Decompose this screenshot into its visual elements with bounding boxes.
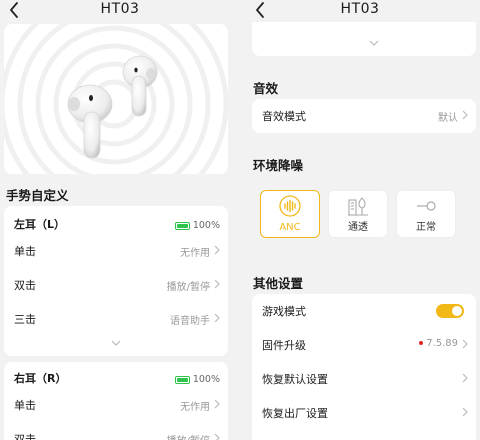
transparency-mode-button[interactable]: 通透 — [328, 190, 388, 238]
chevron-right-icon — [214, 399, 220, 409]
gesture-settings-screen: HT03 手势自定义 左耳（L） 100% 单击 无作用 双击 播放/暂停 三击… — [0, 0, 240, 440]
chevron-right-icon — [462, 373, 468, 383]
battery-icon — [174, 375, 190, 384]
page-title: HT03 — [100, 1, 140, 17]
anc-icon — [279, 195, 301, 217]
chevron-down-icon[interactable] — [369, 40, 379, 46]
anc-mode-button[interactable]: ANC — [260, 190, 320, 238]
earbuds-hero-image — [4, 24, 228, 174]
restore-default-row[interactable]: 恢复默认设置 — [252, 362, 476, 396]
right-ear-title: 右耳（R） — [14, 372, 67, 385]
transparency-mode-label: 通透 — [348, 222, 368, 233]
normal-icon — [417, 201, 436, 211]
left-ear-card: 左耳（L） 100% 单击 无作用 双击 播放/暂停 三击 语音助手 — [4, 206, 228, 356]
gesture-section-title: 手势自定义 — [6, 188, 69, 203]
noise-section-title: 环境降噪 — [253, 158, 304, 173]
device-settings-screen: HT03 音效 音效模式 默认 环境降噪 ANC 通透 正常 其他设置 游戏模式… — [240, 0, 480, 440]
chevron-right-icon — [214, 433, 220, 440]
page-title: HT03 — [340, 1, 380, 17]
normal-mode-button[interactable]: 正常 — [396, 190, 456, 238]
chevron-right-icon — [214, 313, 220, 323]
sound-card: 音效模式 默认 — [252, 99, 476, 133]
left-triple-tap-row[interactable]: 三击 语音助手 — [4, 302, 228, 336]
left-ear-title: 左耳（L） — [14, 218, 66, 231]
transparency-icon — [348, 197, 368, 216]
earbuds-illustration — [4, 24, 228, 174]
factory-reset-row[interactable]: 恢复出厂设置 — [252, 396, 476, 430]
left-single-tap-row[interactable]: 单击 无作用 — [4, 234, 228, 268]
game-mode-toggle[interactable] — [436, 304, 464, 318]
left-double-tap-row[interactable]: 双击 播放/暂停 — [4, 268, 228, 302]
other-settings-card: 游戏模式 固件升级 7.5.89 恢复默认设置 恢复出厂设置 — [252, 294, 476, 440]
firmware-upgrade-row[interactable]: 固件升级 7.5.89 — [252, 328, 476, 362]
chevron-right-icon — [462, 407, 468, 417]
chevron-right-icon — [214, 279, 220, 289]
sound-section-title: 音效 — [253, 81, 279, 96]
chevron-right-icon — [462, 339, 468, 349]
other-section-title: 其他设置 — [253, 276, 304, 291]
battery-icon — [174, 221, 190, 230]
normal-mode-label: 正常 — [416, 222, 436, 233]
top-bar: HT03 — [240, 0, 480, 22]
top-bar: HT03 — [0, 0, 240, 22]
right-double-tap-row[interactable]: 双击 播放/暂停 — [4, 422, 228, 440]
firmware-version: 7.5.89 — [426, 338, 458, 349]
anc-mode-label: ANC — [279, 222, 301, 233]
left-ear-battery: 100% — [174, 215, 220, 234]
right-single-tap-row[interactable]: 单击 无作用 — [4, 388, 228, 422]
right-ear-battery: 100% — [174, 369, 220, 388]
chevron-down-icon[interactable] — [111, 340, 121, 346]
collapsed-card — [252, 22, 476, 56]
sound-mode-row[interactable]: 音效模式 默认 — [252, 99, 476, 133]
update-badge-dot — [419, 341, 424, 345]
chevron-right-icon — [462, 110, 468, 120]
chevron-right-icon — [214, 245, 220, 255]
game-mode-row: 游戏模式 — [252, 294, 476, 328]
right-ear-card: 右耳（R） 100% 单击 无作用 双击 播放/暂停 — [4, 362, 228, 440]
